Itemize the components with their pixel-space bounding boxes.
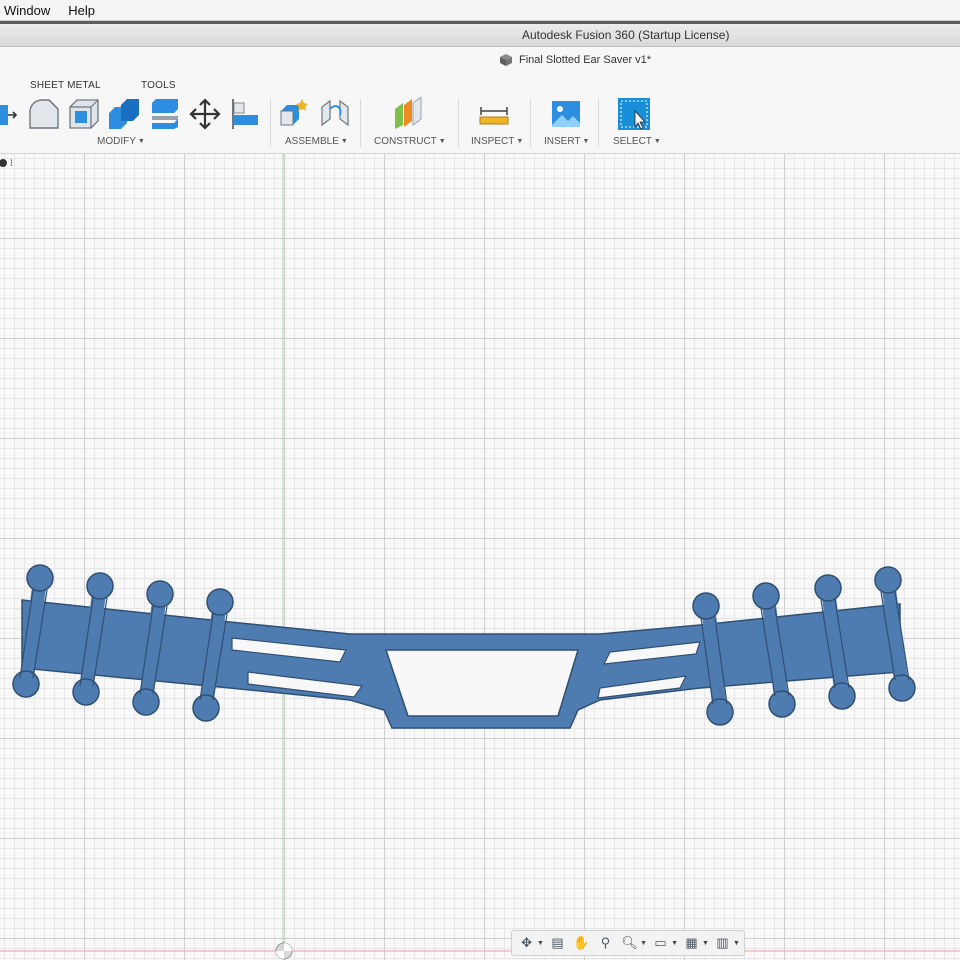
menu-bar: Window Help — [0, 0, 960, 21]
select-button[interactable] — [617, 97, 651, 131]
menu-window[interactable]: Window — [4, 3, 50, 18]
insert-image-icon — [552, 101, 580, 127]
grid-settings-icon[interactable]: ▦ — [682, 934, 701, 952]
move-icon — [189, 98, 221, 130]
origin-icon — [275, 942, 293, 960]
inspect-menu[interactable]: INSPECT ▼ — [471, 136, 523, 147]
menu-help[interactable]: Help — [68, 3, 95, 18]
new-component-icon — [280, 99, 308, 126]
replace-face-button[interactable] — [148, 97, 182, 131]
pan-icon[interactable]: ✋ — [572, 934, 591, 952]
toolbar-separator — [530, 99, 531, 147]
toolbar-separator — [598, 99, 599, 147]
fit-icon[interactable]: 🔍︎ — [620, 934, 639, 952]
document-title: Final Slotted Ear Saver v1* — [519, 54, 652, 66]
move-button[interactable] — [188, 97, 222, 131]
assemble-menu[interactable]: ASSEMBLE ▼ — [285, 136, 348, 147]
toolbar-separator — [360, 99, 361, 147]
slotted-ear-saver-model[interactable] — [12, 564, 916, 729]
measure-icon — [479, 107, 509, 125]
hook-4-top — [206, 588, 234, 616]
align-icon — [232, 99, 258, 129]
navigation-bar: ✥ ▼ ▤ ✋ ⚲ 🔍︎ ▼ ▭ ▼ ▦ ▼ ▥ ▼ — [511, 930, 745, 956]
tab-tools[interactable]: TOOLS — [141, 80, 176, 91]
offset-plane-button[interactable] — [392, 97, 426, 131]
combine-icon — [109, 99, 139, 129]
construct-menu[interactable]: CONSTRUCT ▼ — [374, 136, 446, 147]
orbit-icon[interactable]: ✥ — [517, 934, 536, 952]
hook-5-top — [692, 592, 720, 620]
document-cube-icon — [500, 54, 512, 66]
toolbar-separator — [270, 99, 271, 147]
fillet-button[interactable] — [27, 97, 61, 131]
hook-1-bottom — [12, 670, 40, 698]
toolbar: SHEET METAL TOOLS MODIFY ▼ ASSEMBLE ▼ CO… — [0, 75, 960, 154]
hook-2-top — [86, 572, 114, 600]
offset-plane-icon — [395, 97, 422, 129]
shell-button[interactable] — [67, 97, 101, 131]
fillet-icon — [29, 99, 59, 129]
select-icon — [618, 98, 650, 130]
app-title: Autodesk Fusion 360 (Startup License) — [522, 28, 730, 42]
press-pull-button[interactable] — [0, 97, 22, 131]
zoom-icon[interactable]: ⚲ — [596, 934, 615, 952]
document-tab-row: Final Slotted Ear Saver v1* — [0, 47, 960, 75]
select-menu[interactable]: SELECT ▼ — [613, 136, 661, 147]
hook-8-bottom — [888, 674, 916, 702]
document-tab[interactable]: Final Slotted Ear Saver v1* — [500, 54, 651, 66]
measure-button[interactable] — [477, 97, 511, 131]
shell-icon — [69, 99, 99, 129]
hook-7 — [821, 583, 849, 703]
hook-5-bottom — [706, 698, 734, 726]
hook-7-top — [814, 574, 842, 602]
hook-4-bottom — [192, 694, 220, 722]
align-button[interactable] — [228, 97, 262, 131]
modify-menu[interactable]: MODIFY ▼ — [97, 136, 145, 147]
hook-7-bottom — [828, 682, 856, 710]
hook-6-top — [752, 582, 780, 610]
insert-image-button[interactable] — [549, 97, 583, 131]
center-slot — [384, 649, 580, 717]
hook-2-bottom — [72, 678, 100, 706]
viewports-icon[interactable]: ▥ — [713, 934, 732, 952]
new-component-button[interactable] — [278, 97, 312, 131]
window-title-bar: Autodesk Fusion 360 (Startup License) — [0, 24, 960, 47]
toolbar-separator — [458, 99, 459, 147]
hook-3-top — [146, 580, 174, 608]
hook-5 — [701, 599, 727, 719]
replace-face-icon — [152, 99, 178, 129]
hook-6-bottom — [768, 690, 796, 718]
canvas-overlay — [0, 154, 960, 960]
press-pull-icon — [0, 105, 18, 125]
hook-3-bottom — [132, 688, 160, 716]
combine-button[interactable] — [107, 97, 141, 131]
tab-sheet-metal[interactable]: SHEET METAL — [30, 80, 101, 91]
hook-6 — [761, 591, 789, 711]
joint-button[interactable] — [318, 97, 352, 131]
display-settings-icon[interactable]: ▭ — [651, 934, 670, 952]
hook-8-top — [874, 566, 902, 594]
insert-menu[interactable]: INSERT ▼ — [544, 136, 589, 147]
hook-1-top — [26, 564, 54, 592]
joint-icon — [321, 99, 349, 127]
look-at-icon[interactable]: ▤ — [548, 934, 567, 952]
